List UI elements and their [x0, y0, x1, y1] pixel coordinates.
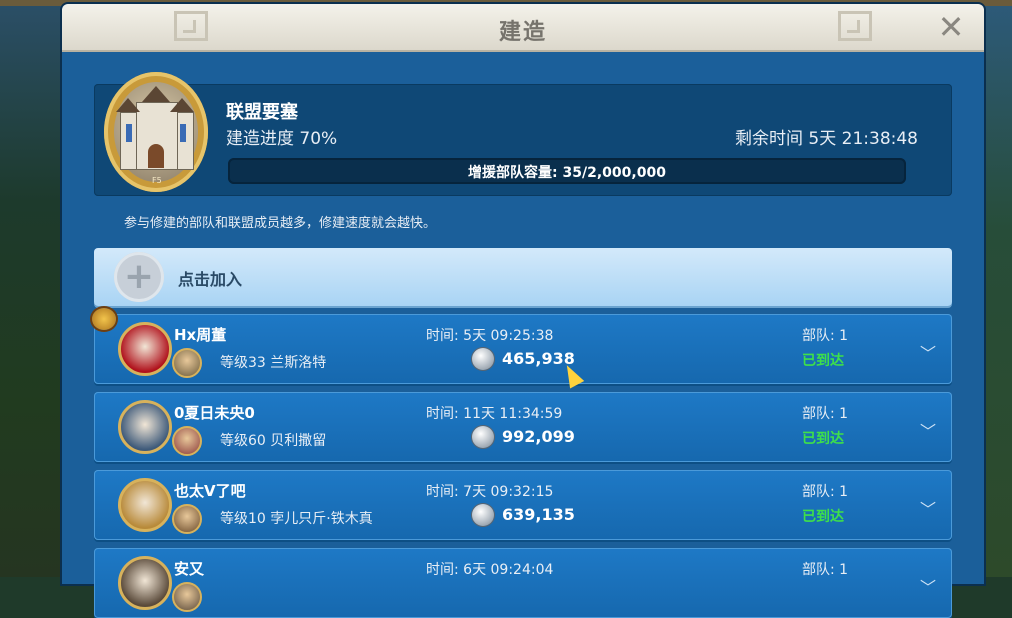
background-map-right [982, 0, 1012, 577]
member-row[interactable]: Hx周董等级33 兰斯洛特 时间: 5天 09:25:38 465,938 部队: 1… [92, 308, 952, 384]
background-map-left [0, 0, 62, 577]
silver-coin-icon [472, 504, 494, 526]
fortress-level-tag: F5 [152, 176, 162, 185]
chevron-down-icon[interactable]: ﹀ [920, 496, 936, 520]
member-row[interactable]: 安又 时间: 6天 09:24:04 部队: 1 ﹀ [94, 548, 952, 618]
fortress-avatar: F5 [104, 72, 208, 192]
commander-icon [172, 348, 202, 378]
commander-icon [172, 504, 202, 534]
troop-amount: 639,135 [502, 505, 575, 524]
join-button[interactable]: + 点击加入 [94, 248, 952, 306]
member-row[interactable]: 也太V了吧等级10 孛儿只斤·铁木真 时间: 7天 09:32:15 639,135… [94, 470, 952, 540]
member-name: 0夏日未央0 [174, 404, 255, 422]
troop-amount: 992,099 [502, 427, 575, 446]
arrival-status: 已到达 [802, 509, 844, 525]
troop-count: 部队: 1 [802, 562, 849, 578]
troop-amount: 465,938 [502, 349, 575, 368]
member-avatar [118, 478, 172, 532]
plus-icon[interactable]: + [114, 252, 164, 302]
member-avatar [118, 322, 172, 376]
remaining-time: 剩余时间 5天 21:38:48 [735, 129, 918, 149]
capacity-bar: 增援部队容量: 35/2,000,000 [228, 158, 906, 184]
member-name: 安又 [174, 560, 205, 578]
member-name: Hx周董 [174, 326, 227, 344]
arrival-status: 已到达 [802, 431, 844, 447]
construction-dialog: 建造 ✕ F5 联盟要塞 建造进度 70% 剩余时间 5天 21:38:48 增… [62, 4, 984, 618]
member-avatar [118, 400, 172, 454]
arrival-status: 已到达 [802, 353, 844, 369]
troop-count: 部队: 1 [802, 484, 849, 500]
commander-icon [172, 426, 202, 456]
chevron-down-icon[interactable]: ﹀ [920, 340, 936, 364]
capacity-text: 增援部队容量: 35/2,000,000 [468, 165, 666, 181]
castle-icon [114, 82, 198, 182]
march-time: 时间: 11天 11:34:59 [426, 406, 563, 422]
dialog-title: 建造 [498, 20, 547, 45]
march-time: 时间: 7天 09:32:15 [426, 484, 554, 500]
chevron-down-icon[interactable]: ﹀ [920, 418, 936, 442]
dialog-title-bar: 建造 ✕ [62, 4, 984, 52]
chevron-down-icon[interactable]: ﹀ [920, 574, 936, 598]
construction-progress: 建造进度 70% [226, 129, 338, 149]
silver-coin-icon [472, 426, 494, 448]
join-label: 点击加入 [178, 270, 243, 289]
construction-hint: 参与修建的部队和联盟成员越多，修建速度就会越快。 [124, 216, 437, 231]
march-time: 时间: 5天 09:25:38 [426, 328, 554, 344]
member-level: 等级60 贝利撒留 [220, 433, 327, 449]
silver-coin-icon [472, 348, 494, 370]
troop-count: 部队: 1 [802, 328, 849, 344]
troop-count: 部队: 1 [802, 406, 849, 422]
member-level: 等级10 孛儿只斤·铁木真 [220, 511, 373, 527]
commander-icon [172, 582, 202, 612]
fortress-name: 联盟要塞 [226, 102, 298, 123]
member-avatar [118, 556, 172, 610]
march-time: 时间: 6天 09:24:04 [426, 562, 554, 578]
member-name: 也太V了吧 [174, 482, 246, 500]
member-level: 等级33 兰斯洛特 [220, 355, 327, 371]
leader-crown-icon [92, 308, 116, 330]
close-icon[interactable]: ✕ [934, 10, 968, 44]
member-row[interactable]: 0夏日未央0 等级60 贝利撒留 时间: 11天 11:34:59 992,099 部队… [94, 392, 952, 462]
